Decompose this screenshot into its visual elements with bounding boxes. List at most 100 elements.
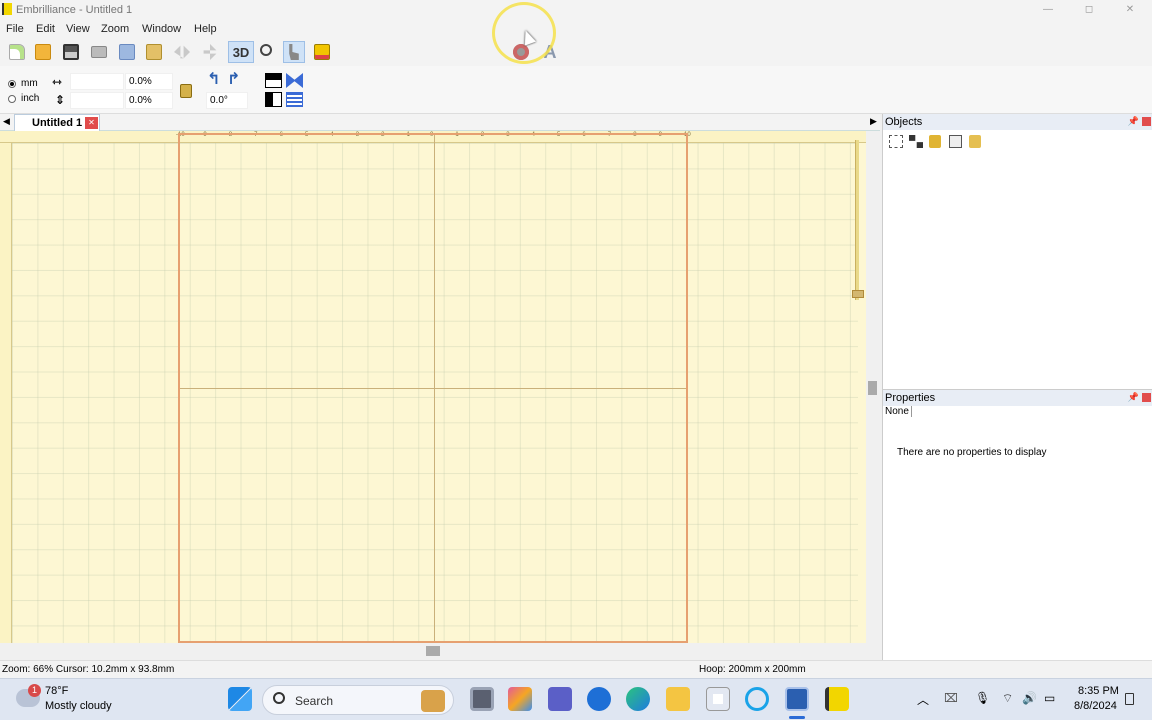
align-top-icon[interactable] (265, 73, 282, 88)
align-left-icon[interactable] (265, 92, 282, 107)
rotation-field[interactable]: 0.0° (206, 92, 248, 109)
folder-open-icon (35, 44, 51, 60)
menu-view[interactable]: View (66, 23, 90, 35)
menu-bar: File Edit View Zoom Window Help (0, 20, 1152, 38)
tab-scroll-left-icon[interactable]: ◀ (3, 116, 10, 127)
pin-icon[interactable]: 📌 (1128, 116, 1139, 127)
wifi-icon[interactable]: ⌔ (1002, 691, 1013, 706)
embrilliance-app-icon[interactable] (825, 687, 849, 711)
properties-panel-title: Properties (885, 392, 936, 404)
menu-edit[interactable]: Edit (36, 23, 55, 35)
width-field[interactable] (70, 73, 124, 90)
taskbar-search[interactable]: Search (262, 685, 454, 715)
tray-chevron-icon[interactable]: ︿ (917, 691, 929, 708)
mirror-horizontal-button[interactable] (171, 41, 193, 63)
new-file-button[interactable] (6, 41, 28, 63)
windows-taskbar: 1 78°F Mostly cloudy Search ︿ ⌧ 🎙 ⌔ 🔊 ▭ … (0, 678, 1152, 720)
ruler-left (0, 143, 12, 643)
hoop-boundary (178, 133, 688, 643)
width-percent-field[interactable]: 0.0% (125, 73, 173, 90)
notifications-icon[interactable] (1125, 693, 1134, 705)
lock-icon[interactable] (929, 135, 941, 148)
minimize-button[interactable]: — (1033, 2, 1063, 18)
objects-panel-header: Objects 📌 (883, 114, 1152, 130)
hoop-horizontal-centerline (180, 388, 686, 389)
3d-view-button[interactable]: 3D (228, 41, 254, 63)
print-button[interactable] (88, 41, 110, 63)
zoom-slider-knob[interactable] (852, 290, 864, 298)
lock-aspect-icon[interactable] (180, 84, 192, 98)
tab-label: Untitled 1 (32, 117, 83, 129)
mirror-vertical-button[interactable] (199, 41, 221, 63)
height-percent-field[interactable]: 0.0% (125, 92, 173, 109)
ungroup-icon[interactable] (909, 135, 923, 148)
clock-date[interactable]: 8/8/2024 (1074, 700, 1117, 712)
save-button[interactable] (60, 41, 82, 63)
menu-zoom[interactable]: Zoom (101, 23, 129, 35)
paste-button[interactable] (143, 41, 165, 63)
height-arrow-icon: ⇕ (55, 93, 66, 107)
close-button[interactable]: ✕ (1115, 2, 1145, 18)
weather-desc: Mostly cloudy (45, 700, 112, 712)
menu-help[interactable]: Help (194, 23, 217, 35)
horizontal-scroll-thumb[interactable] (426, 646, 440, 656)
copy-button[interactable] (116, 41, 138, 63)
vertical-scroll-thumb[interactable] (868, 381, 877, 395)
open-file-button[interactable] (32, 41, 54, 63)
battery-icon[interactable]: ▭ (1044, 691, 1055, 705)
edge-dev-icon[interactable] (587, 687, 611, 711)
tab-untitled-1[interactable]: Untitled 1 ✕ (14, 114, 100, 131)
zoom-button[interactable] (257, 41, 279, 63)
group-icon[interactable] (889, 135, 903, 148)
microphone-icon[interactable]: 🎙 (975, 691, 990, 705)
unit-inch-radio[interactable] (8, 95, 16, 103)
objects-panel-close-icon[interactable] (1142, 117, 1151, 126)
app-icon (2, 3, 12, 15)
windows-start-icon[interactable] (228, 687, 252, 711)
network-off-icon[interactable]: ⌧ (944, 691, 958, 705)
embrilliance-taskbar-icon[interactable] (785, 687, 809, 711)
objects-list-button[interactable] (311, 41, 333, 63)
properties-pin-icon[interactable]: 📌 (1128, 392, 1139, 403)
tab-scroll-right-icon[interactable]: ▶ (870, 116, 877, 127)
list-icon (314, 44, 330, 60)
copilot-icon[interactable] (508, 687, 532, 711)
maximize-button[interactable]: ◻ (1074, 2, 1104, 18)
clock-time[interactable]: 8:35 PM (1078, 685, 1119, 697)
status-hoop-size: Hoop: 200mm x 200mm (699, 664, 806, 675)
objects-panel: Objects 📌 (882, 114, 1152, 390)
properties-selector[interactable]: None (885, 406, 912, 417)
zoom-slider-track[interactable] (855, 140, 859, 300)
volume-icon[interactable]: 🔊 (1022, 691, 1037, 705)
distribute-icon[interactable] (286, 92, 303, 107)
hide-icon[interactable] (949, 135, 962, 148)
tab-close-icon[interactable]: ✕ (85, 117, 98, 129)
unlock-icon[interactable] (969, 135, 981, 148)
mirror-vertical-icon (203, 44, 217, 60)
select-pointer-button[interactable] (283, 41, 305, 63)
store-icon[interactable] (706, 687, 730, 711)
document-tabstrip: ◀ Untitled 1 ✕ ▶ (0, 114, 880, 131)
paste-icon (146, 44, 162, 60)
task-view-icon[interactable] (470, 687, 494, 711)
search-placeholder: Search (295, 694, 334, 708)
weather-temp: 78°F (45, 685, 69, 697)
main-toolbar: 3D A (0, 38, 1152, 66)
unit-mm-radio[interactable] (8, 80, 16, 88)
objects-panel-title: Objects (885, 116, 923, 128)
file-explorer-icon[interactable] (666, 687, 690, 711)
design-canvas[interactable]: -10 -9 -8 -7 -6 -5 -4 -3 -2 -1 0 1 2 3 4 5 6 7 8 9 10 (0, 131, 866, 643)
properties-panel: Properties 📌 None There are no propertie… (882, 389, 1152, 660)
teams-icon[interactable] (548, 687, 572, 711)
menu-window[interactable]: Window (142, 23, 181, 35)
rotate-right-icon[interactable]: ↱ (227, 72, 245, 88)
edge-icon[interactable] (626, 687, 650, 711)
center-icon[interactable] (286, 73, 303, 88)
menu-file[interactable]: File (6, 23, 24, 35)
magnifier-icon (260, 44, 272, 56)
cortana-icon[interactable] (745, 687, 769, 711)
height-field[interactable] (70, 92, 124, 109)
rotate-left-icon[interactable]: ↰ (207, 72, 225, 88)
properties-panel-close-icon[interactable] (1142, 393, 1151, 402)
pointer-hand-icon (289, 44, 299, 60)
